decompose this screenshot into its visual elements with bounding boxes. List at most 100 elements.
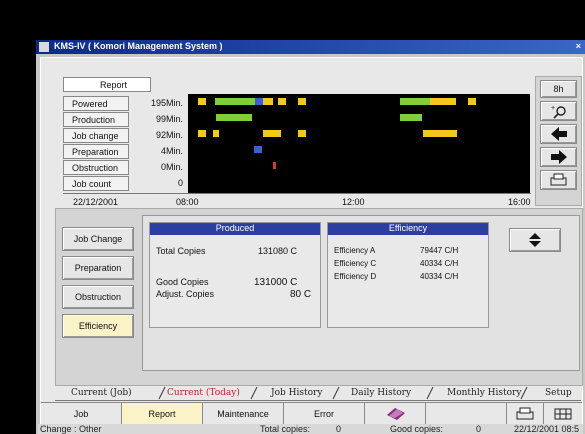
chart-tools: 8h + bbox=[535, 76, 582, 206]
scroll-left-button[interactable] bbox=[540, 124, 577, 144]
adjust-copies-label: Adjust. Copies bbox=[156, 289, 215, 299]
book-icon bbox=[387, 408, 405, 420]
nav-report[interactable]: Report bbox=[122, 403, 203, 425]
tab-setup[interactable]: Setup bbox=[545, 388, 572, 398]
tick-1200: 12:00 bbox=[342, 197, 365, 207]
timeline-segment bbox=[216, 114, 252, 121]
timeline-chart-svg bbox=[198, 98, 476, 169]
main-area: Report Powered 195Min. Production 99Min. Job… bbox=[40, 57, 583, 433]
timeline-segment bbox=[263, 98, 273, 105]
tab-strip: Current (Job) Current (Today) Job Histor… bbox=[55, 386, 581, 401]
printer-icon bbox=[516, 407, 534, 420]
produced-box: Produced Total Copies 131080 C Good Copi… bbox=[149, 222, 321, 328]
print-chart-button[interactable] bbox=[540, 170, 577, 190]
status-line: Change : Other Total copies: 0 Good copi… bbox=[38, 424, 583, 434]
arrow-left-icon bbox=[551, 127, 567, 141]
date-label: 22/12/2001 bbox=[73, 197, 119, 207]
nav-job[interactable]: Job bbox=[41, 403, 122, 425]
status-datetime: 22/12/2001 08:5 bbox=[514, 424, 580, 434]
tab-current-today[interactable]: Current (Today) bbox=[167, 388, 240, 398]
timeline-segment bbox=[198, 98, 206, 105]
timeline-segment bbox=[430, 98, 456, 105]
row-value-job-count: 0 bbox=[177, 178, 183, 188]
category-job-change-button[interactable]: Job Change bbox=[62, 227, 134, 251]
app-icon bbox=[39, 42, 49, 52]
timeline-chart bbox=[188, 94, 530, 193]
timeline-segment bbox=[278, 98, 286, 105]
scroll-updown-button[interactable] bbox=[509, 228, 561, 252]
timeline-segment bbox=[468, 98, 476, 105]
efficiency-box: Efficiency Efficiency A 79447 C/H Effici… bbox=[327, 222, 489, 328]
nav-maintenance[interactable]: Maintenance bbox=[203, 403, 284, 425]
row-value-production: 99Min. bbox=[155, 114, 183, 124]
tab-current-job[interactable]: Current (Job) bbox=[71, 388, 132, 398]
status-good-label: Good copies: bbox=[390, 424, 444, 434]
timeline-segment bbox=[298, 130, 306, 137]
efficiency-header: Efficiency bbox=[328, 223, 488, 235]
printer-icon bbox=[550, 173, 567, 186]
status-total-value: 0 bbox=[336, 424, 342, 434]
efficiency-d-label: Efficiency D bbox=[334, 272, 377, 281]
row-value-preparation: 4Min. bbox=[160, 146, 183, 156]
category-efficiency-button[interactable]: Efficiency bbox=[62, 314, 134, 338]
efficiency-d-value: 40334 C/H bbox=[420, 272, 459, 281]
timeline-segment bbox=[400, 114, 422, 121]
nav-manual-button[interactable] bbox=[365, 403, 426, 425]
details-content: Produced Total Copies 131080 C Good Copi… bbox=[142, 215, 580, 371]
arrow-right-icon bbox=[551, 150, 567, 164]
zoom-button[interactable]: + bbox=[540, 101, 577, 121]
row-label-powered: Powered bbox=[63, 96, 129, 111]
good-copies-value: 131000 C bbox=[254, 277, 298, 288]
efficiency-c-label: Efficiency C bbox=[334, 259, 377, 268]
nav-keypad-button[interactable] bbox=[544, 403, 582, 425]
timeline-segment bbox=[273, 162, 276, 169]
row-label-obstruction: Obstruction bbox=[63, 160, 129, 175]
status-good-value: 0 bbox=[476, 424, 482, 434]
app-window: KMS-IV ( Komori Management System ) × Re… bbox=[36, 40, 585, 434]
nav-blank[interactable] bbox=[426, 403, 507, 425]
close-icon[interactable]: × bbox=[576, 41, 581, 51]
efficiency-a-value: 79447 C/H bbox=[420, 246, 459, 255]
report-title: Report bbox=[63, 77, 151, 92]
timeline-segment bbox=[423, 130, 457, 137]
keypad-icon bbox=[554, 408, 572, 420]
tab-monthly-history[interactable]: Monthly History bbox=[447, 388, 521, 398]
status-total-label: Total copies: bbox=[260, 424, 311, 434]
tab-daily-history[interactable]: Daily History bbox=[351, 388, 411, 398]
category-preparation-button[interactable]: Preparation bbox=[62, 256, 134, 280]
nav-error[interactable]: Error bbox=[284, 403, 365, 425]
total-copies-value: 131080 C bbox=[258, 246, 298, 256]
svg-text:+: + bbox=[551, 105, 555, 112]
row-label-job-count: Job count bbox=[63, 176, 129, 191]
hours-button[interactable]: 8h bbox=[540, 80, 577, 98]
row-label-preparation: Preparation bbox=[63, 144, 129, 159]
total-copies-label: Total Copies bbox=[156, 246, 206, 256]
good-copies-label: Good Copies bbox=[156, 277, 209, 287]
timeline-segment bbox=[263, 130, 281, 137]
efficiency-c-value: 40334 C/H bbox=[420, 259, 459, 268]
produced-header: Produced bbox=[150, 223, 320, 235]
timeline-segment bbox=[215, 98, 255, 105]
timeline-segment bbox=[298, 98, 306, 105]
timeline-segment bbox=[400, 98, 430, 105]
scroll-right-button[interactable] bbox=[540, 147, 577, 167]
bottom-nav: Job Report Maintenance Error bbox=[41, 402, 582, 425]
status-change: Change : Other bbox=[40, 424, 102, 434]
row-value-powered: 195Min. bbox=[150, 98, 183, 108]
category-obstruction-button[interactable]: Obstruction bbox=[62, 285, 134, 309]
timeline-segment bbox=[255, 98, 263, 105]
timeline-segment bbox=[254, 146, 262, 153]
nav-print-button[interactable] bbox=[507, 403, 544, 425]
efficiency-a-label: Efficiency A bbox=[334, 246, 376, 255]
row-label-production: Production bbox=[63, 112, 129, 127]
row-value-job-change: 92Min. bbox=[155, 130, 183, 140]
timeline-segment bbox=[213, 130, 219, 137]
tick-1600: 16:00 bbox=[508, 197, 531, 207]
row-label-job-change: Job change bbox=[63, 128, 129, 143]
timeline-segment bbox=[198, 130, 206, 137]
tab-job-history[interactable]: Job History bbox=[271, 388, 322, 398]
title-bar: KMS-IV ( Komori Management System ) × bbox=[36, 40, 585, 54]
window-title: KMS-IV ( Komori Management System ) bbox=[54, 41, 223, 51]
zoom-icon: + bbox=[551, 105, 566, 119]
adjust-copies-value: 80 C bbox=[290, 289, 312, 300]
